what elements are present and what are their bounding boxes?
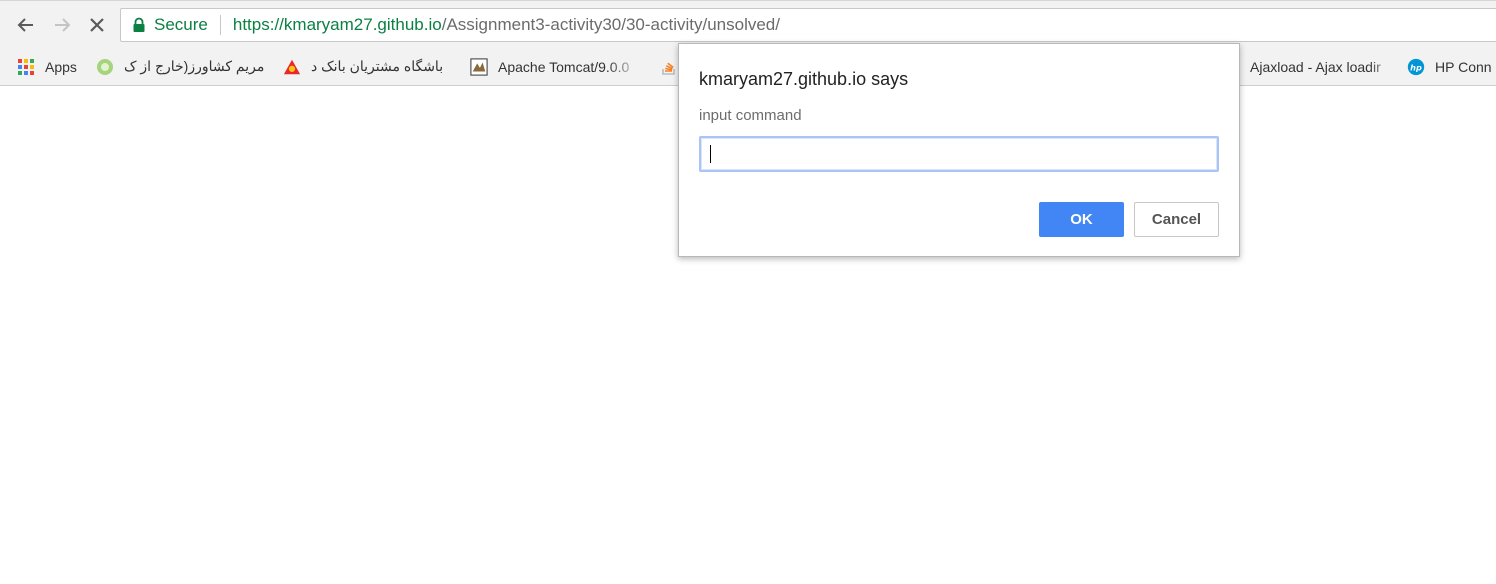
address-bar[interactable]: Secure https://kmaryam27.github.io/Assig… [120,8,1496,42]
forward-button[interactable] [48,11,76,39]
tomcat-icon [470,57,488,76]
stackoverflow-icon [660,58,678,76]
dialog-title: kmaryam27.github.io says [699,69,909,89]
green-globe-icon [96,58,114,76]
bookmark-apps[interactable]: Apps [17,48,77,85]
close-icon [90,18,104,32]
bookmark-hp[interactable]: hp HP Conn [1407,48,1496,85]
hp-logo-icon: hp [1407,58,1425,76]
bank-logo-icon [283,58,301,76]
bookmark-label: Apache Tomcat/9.0.0 [498,58,630,75]
omnibox-divider [219,15,221,35]
url-text[interactable]: https://kmaryam27.github.io/Assignment3-… [233,15,780,35]
bookmark-tomcat[interactable]: Apache Tomcat/9.0.0 [470,48,642,85]
arrow-right-icon [55,18,71,32]
secure-label: Secure [154,15,208,34]
prompt-dialog: kmaryam27.github.io says input command O… [678,43,1240,257]
bookmark-stackoverflow[interactable] [660,48,678,85]
bookmark-keshavarz[interactable]: مریم کشاورز(خارج از ک [96,48,268,85]
svg-text:hp: hp [1410,62,1422,72]
command-input[interactable] [699,136,1219,172]
bookmark-ajaxload[interactable]: Ajaxload - Ajax loadir [1250,48,1398,85]
arrow-left-icon [17,18,33,32]
apps-grid-icon [17,58,35,76]
cancel-button[interactable]: Cancel [1134,202,1219,237]
bookmark-bank-club[interactable]: باشگاه مشتریان بانک د [283,48,455,85]
url-host: kmaryam27.github.io [283,15,442,34]
text-caret [710,145,711,163]
browser-toolbar: Secure https://kmaryam27.github.io/Assig… [0,0,1496,48]
dialog-message: input command [699,107,802,124]
bookmark-label: مریم کشاورز(خارج از ک [124,58,265,74]
url-path: /Assignment3-activity30/30-activity/unso… [441,15,780,34]
back-button[interactable] [12,11,40,39]
bookmark-label: Ajaxload - Ajax loadir [1250,58,1381,75]
lock-icon [132,17,146,33]
stop-loading-button[interactable] [83,11,111,39]
bookmark-label: باشگاه مشتریان بانک د [311,58,444,74]
bookmark-label: HP Conn [1435,58,1492,75]
ok-button[interactable]: OK [1039,202,1124,237]
url-scheme: https:// [232,15,284,34]
bookmark-label: Apps [45,58,77,75]
